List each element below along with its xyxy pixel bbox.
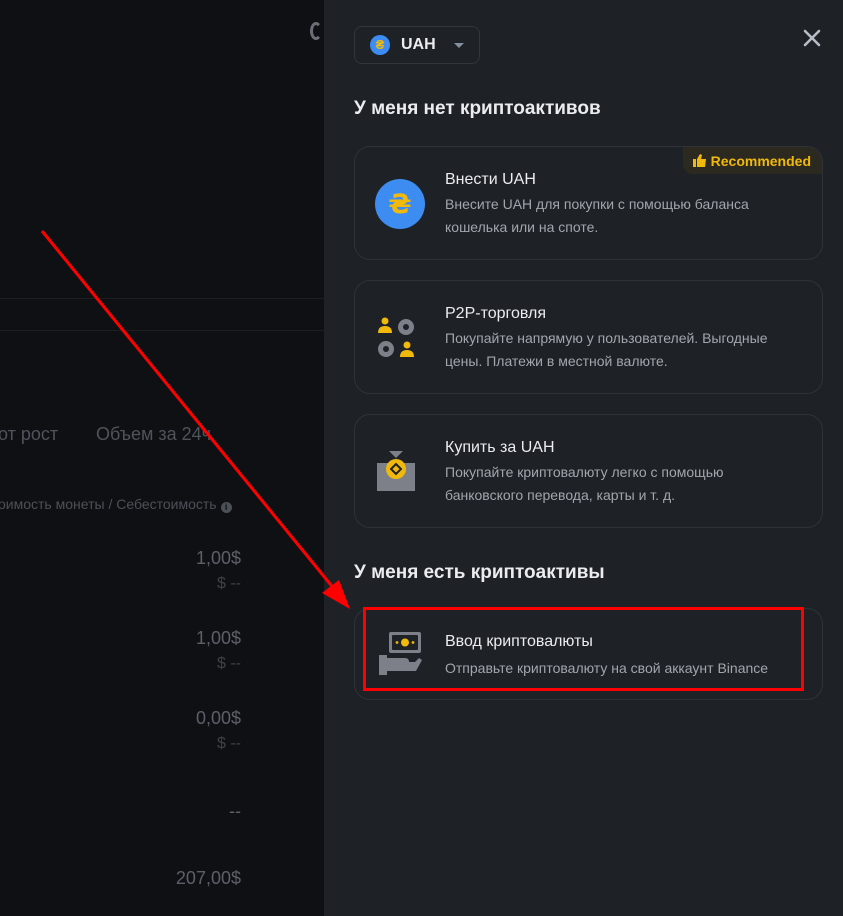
deposit-crypto-icon (375, 629, 425, 679)
background-page: от рост Объем за 24ч оимость монеты / Се… (0, 0, 324, 916)
chevron-down-icon (453, 42, 464, 48)
uah-coin-icon: ₴ (375, 179, 425, 229)
option-description: Внесите UAH для покупки с помощью баланс… (445, 196, 749, 235)
asset-cost: $ -- (217, 655, 241, 672)
option-description: Отправьте криптовалюту на свой аккаунт B… (445, 660, 769, 676)
asset-cost: $ -- (217, 735, 241, 752)
asset-value: -- (229, 801, 241, 821)
option-description: Покупайте напрямую у пользователей. Выго… (445, 330, 768, 369)
asset-cost: $ -- (217, 575, 241, 592)
section-title-has-crypto: У меня есть криптоактивы (354, 562, 605, 583)
uah-currency-icon: ₴ (370, 35, 390, 55)
option-title: Внести UAH (445, 171, 536, 188)
thumbs-up-icon (692, 154, 706, 167)
divider (0, 330, 324, 331)
currency-select[interactable]: ₴ UAH (354, 26, 480, 64)
option-p2p-trading[interactable]: P2P-торговля Покупайте напрямую у пользо… (354, 280, 823, 394)
option-title: Купить за UAH (445, 439, 555, 456)
close-icon[interactable] (800, 26, 824, 50)
asset-value: 1,00$ (195, 628, 241, 648)
column-header: оимость монеты / Себестоимость i (0, 496, 232, 513)
currency-label: UAH (401, 36, 436, 53)
tab-volume-24h[interactable]: Объем за 24ч (96, 424, 211, 445)
svg-text:₴: ₴ (388, 189, 411, 220)
option-buy-with-uah[interactable]: Купить за UAH Покупайте криптовалюту лег… (354, 414, 823, 528)
asset-value: 207,00$ (175, 868, 241, 888)
option-deposit-crypto[interactable]: Ввод криптовалюты Отправьте криптовалюту… (354, 608, 823, 700)
section-title-no-crypto: У меня нет криптоактивов (354, 98, 601, 119)
loading-icon (310, 22, 322, 40)
p2p-icon (375, 313, 425, 363)
info-icon[interactable]: i (220, 502, 232, 513)
option-title: Ввод криптовалюты (445, 633, 593, 650)
option-title: P2P-торговля (445, 305, 547, 322)
option-deposit-uah[interactable]: Recommended ₴ Внести UAH Внесите UAH для… (354, 146, 823, 260)
recommended-badge: Recommended (682, 147, 822, 174)
deposit-drawer: ₴ UAH У меня нет криптоактивов Recommend… (324, 0, 843, 916)
asset-value: 0,00$ (195, 708, 241, 728)
option-description: Покупайте криптовалюту легко с помощью б… (445, 464, 724, 503)
divider (0, 298, 324, 299)
tab-top-gainers[interactable]: от рост (0, 424, 58, 445)
asset-value: 1,00$ (195, 548, 241, 568)
buy-crypto-icon (375, 447, 425, 497)
